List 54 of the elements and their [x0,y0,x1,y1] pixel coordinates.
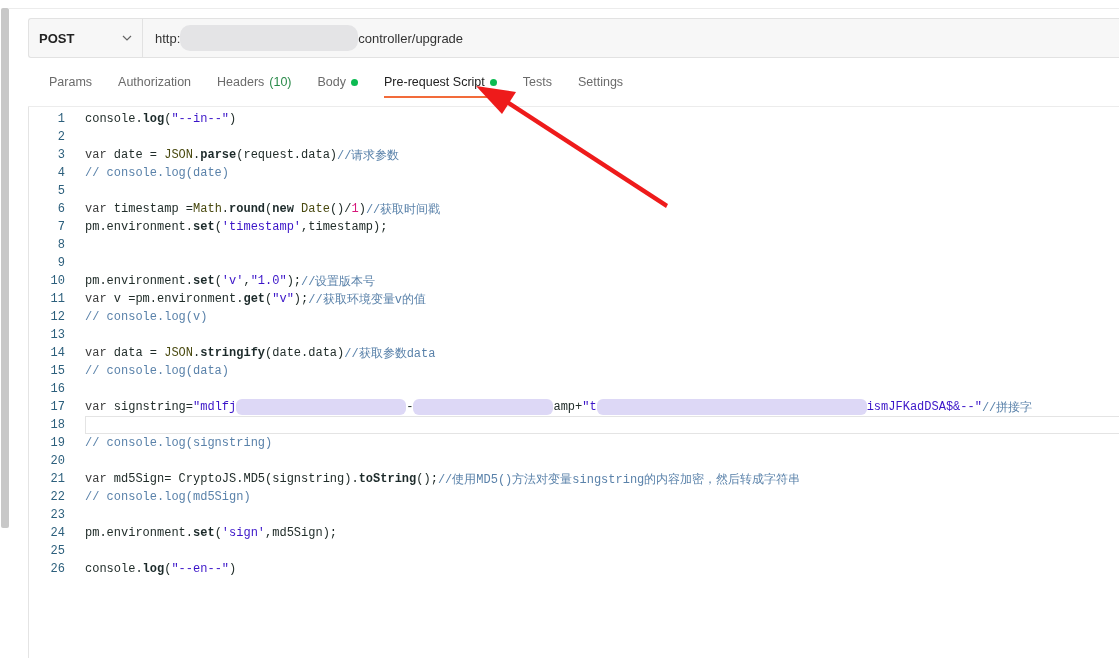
chevron-down-icon [122,35,132,41]
line-number: 20 [49,454,66,468]
tab[interactable]: Params [36,58,106,106]
line-number: 3 [56,148,66,162]
code-line: var timestamp =Math.round(new Date()/1)//获取时间戳 [85,201,441,218]
tab[interactable]: Pre-request Script [371,58,510,106]
code-line: pm.environment.set('timestamp',timestamp); [85,220,388,234]
code-line: var signstring="mdlfj - amp+"t ismJFKadDSA$&--"//拼接字 [85,398,1033,416]
tab[interactable]: Settings [564,58,637,106]
code-line: // console.log(date) [85,166,230,180]
url-text[interactable]: http: [155,30,181,46]
line-number: 23 [49,508,66,522]
code-line: console.log("--in--") [85,112,237,126]
code-line: // console.log(md5Sign) [85,490,251,504]
line-number: 19 [49,436,66,450]
line-number: 22 [49,490,66,504]
line-number: 25 [49,544,66,558]
line-number: 4 [56,166,66,180]
line-number: 10 [49,274,66,288]
line-number: 6 [56,202,66,216]
line-number: 16 [49,382,66,396]
line-number: 18 [49,418,66,432]
line-number: 7 [56,220,66,234]
line-number: 9 [56,256,66,270]
code-line: pm.environment.set('sign',md5Sign); [85,526,338,540]
tab[interactable]: Body [304,58,372,106]
code-line: var date = JSON.parse(request.data)//请求参数 [85,147,400,164]
code-line: var md5Sign= CryptoJS.MD5(signstring).toString();//使用MD5()方法对变量singstring的内容加密，然后转成字符串 [85,471,801,488]
line-number: 2 [56,130,66,144]
line-number: 1 [56,112,66,126]
line-number: 24 [49,526,66,540]
line-number: 13 [49,328,66,342]
tab[interactable]: Headers (10) [204,58,305,106]
line-number: 11 [49,292,66,306]
code-line: // console.log(v) [85,310,208,324]
line-number: 17 [49,400,66,414]
line-number: 21 [49,472,66,486]
code-line: pm.environment.set('v',"1.0");//设置版本号 [85,273,376,290]
line-number: 15 [49,364,66,378]
tab[interactable]: Authorization [105,58,205,106]
code-line: console.log("--en--") [85,562,237,576]
line-number: 14 [49,346,66,360]
line-number: 8 [56,238,66,252]
code-line: // console.log(data) [85,364,230,378]
tab[interactable]: Tests [509,58,565,106]
code-line: var data = JSON.stringify(date.data)//获取参数data [85,345,436,362]
code-line: var v =pm.environment.get("v");//获取环境变量v的值 [85,291,426,308]
code-line: // console.log(signstring) [85,436,273,450]
line-number: 5 [56,184,66,198]
line-number: 12 [49,310,66,324]
scrollbar-thumb[interactable] [0,8,9,528]
method-dropdown[interactable]: POST [29,19,143,57]
line-number: 26 [49,562,66,576]
url-text[interactable]: controller/upgrade [358,30,464,46]
